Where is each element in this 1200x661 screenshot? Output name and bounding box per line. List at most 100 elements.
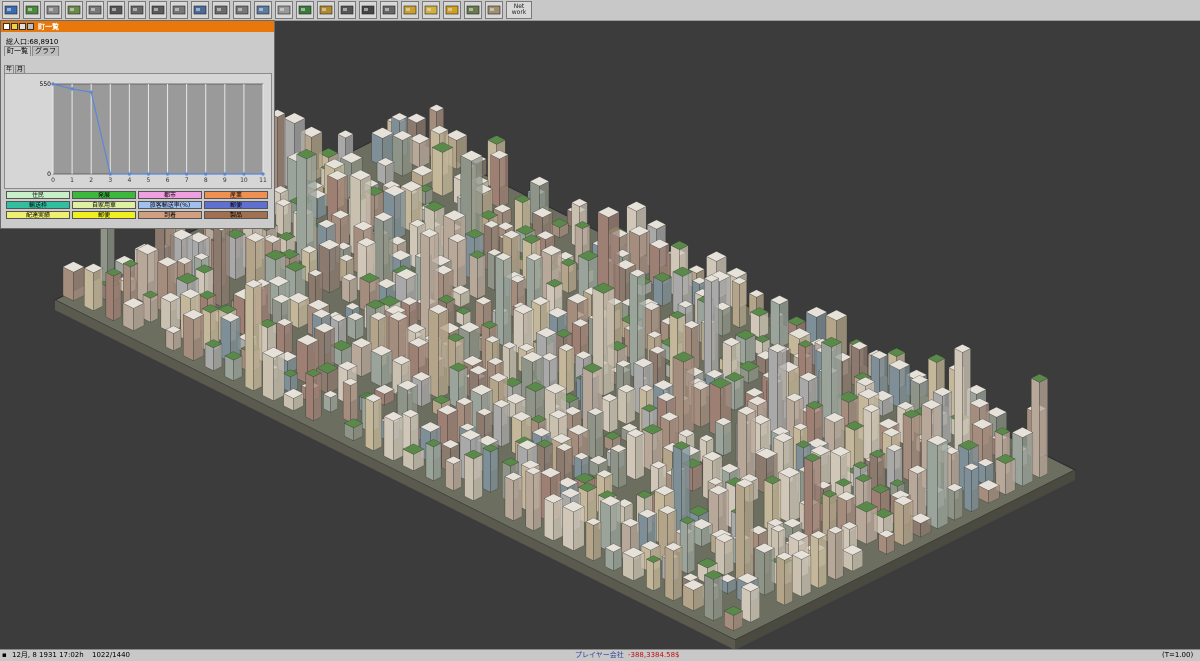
building[interactable]	[827, 529, 836, 580]
window-title-bar[interactable]: 町一覧	[1, 21, 274, 32]
building[interactable]	[464, 454, 474, 501]
building[interactable]	[504, 476, 514, 521]
airplane-icon[interactable]	[191, 1, 209, 19]
building[interactable]	[365, 397, 374, 451]
cargo-icon[interactable]	[317, 1, 335, 19]
building[interactable]	[744, 482, 754, 586]
legend-button[interactable]: 郵便	[72, 211, 136, 219]
building[interactable]	[513, 476, 523, 521]
building[interactable]	[962, 348, 971, 457]
building[interactable]	[893, 500, 904, 546]
building[interactable]	[487, 252, 495, 291]
building[interactable]	[617, 388, 627, 425]
building[interactable]	[791, 554, 802, 597]
building[interactable]	[789, 471, 801, 523]
building[interactable]	[810, 534, 819, 589]
town-list-window[interactable]: 町一覧 総人口:68,8910 町一覧 グラフ 年 月 0 1 2 3 4 5 6 7 8 9 10…	[0, 20, 275, 229]
tram-icon[interactable]	[128, 1, 146, 19]
legend-button[interactable]: 都市	[138, 191, 202, 199]
plane-icon[interactable]	[254, 1, 272, 19]
building[interactable]	[784, 555, 793, 606]
network-button[interactable]: Net work	[506, 1, 532, 19]
building[interactable]	[457, 237, 467, 289]
building[interactable]	[593, 521, 602, 561]
building[interactable]	[713, 574, 723, 621]
building[interactable]	[277, 113, 286, 199]
building[interactable]	[609, 397, 618, 433]
building[interactable]	[150, 294, 159, 323]
building[interactable]	[722, 306, 732, 337]
building[interactable]	[221, 226, 230, 307]
building[interactable]	[971, 466, 980, 512]
legend-button[interactable]: 発展	[72, 191, 136, 199]
bus-icon[interactable]	[170, 1, 188, 19]
train-icon[interactable]	[149, 1, 167, 19]
building[interactable]	[329, 244, 341, 293]
building[interactable]	[899, 364, 911, 408]
building[interactable]	[573, 506, 585, 551]
building[interactable]	[433, 442, 442, 481]
building[interactable]	[235, 233, 246, 280]
building[interactable]	[566, 347, 575, 395]
building[interactable]	[361, 342, 372, 377]
building[interactable]	[801, 554, 812, 597]
building[interactable]	[490, 447, 499, 493]
close-icon[interactable]	[3, 23, 10, 30]
building[interactable]	[284, 321, 293, 356]
legend-button[interactable]: 到着	[138, 211, 202, 219]
building[interactable]	[618, 448, 627, 489]
building[interactable]	[525, 470, 534, 531]
legend-button[interactable]: 住民	[6, 191, 70, 199]
tab-year[interactable]: 年	[4, 65, 15, 73]
help-icon[interactable]	[443, 1, 461, 19]
building[interactable]	[835, 529, 844, 580]
magnify-icon[interactable]	[44, 1, 62, 19]
legend-button[interactable]: 郵便	[204, 201, 268, 209]
tab-month[interactable]: 月	[15, 65, 26, 73]
building[interactable]	[62, 266, 74, 301]
money-icon[interactable]	[422, 1, 440, 19]
building[interactable]	[392, 135, 403, 177]
building[interactable]	[585, 521, 594, 561]
building[interactable]	[1039, 377, 1048, 478]
building[interactable]	[732, 280, 740, 328]
building[interactable]	[866, 506, 878, 545]
building[interactable]	[509, 345, 517, 383]
building[interactable]	[1005, 458, 1016, 495]
building[interactable]	[503, 256, 512, 346]
building[interactable]	[746, 410, 756, 485]
building[interactable]	[544, 498, 554, 541]
building[interactable]	[343, 381, 351, 423]
building[interactable]	[244, 283, 254, 391]
building[interactable]	[273, 352, 285, 401]
building[interactable]	[262, 352, 274, 401]
pin-icon[interactable]	[19, 23, 26, 30]
building[interactable]	[587, 486, 597, 524]
building[interactable]	[646, 558, 654, 591]
building[interactable]	[341, 276, 350, 303]
building[interactable]	[704, 278, 712, 382]
building[interactable]	[402, 135, 413, 177]
building[interactable]	[715, 421, 724, 456]
building[interactable]	[750, 586, 760, 623]
building[interactable]	[183, 314, 194, 361]
building[interactable]	[603, 287, 615, 396]
building[interactable]	[394, 190, 406, 241]
grid-icon[interactable]	[485, 1, 503, 19]
building[interactable]	[113, 272, 122, 321]
building[interactable]	[954, 348, 963, 457]
tree-icon[interactable]	[296, 1, 314, 19]
truck-icon[interactable]	[233, 1, 251, 19]
map-icon[interactable]	[23, 1, 41, 19]
building[interactable]	[942, 391, 952, 447]
building[interactable]	[381, 350, 393, 387]
building[interactable]	[723, 421, 732, 456]
building[interactable]	[425, 442, 434, 481]
building[interactable]	[432, 147, 443, 197]
legend-button[interactable]: 自家用車	[72, 201, 136, 209]
building[interactable]	[453, 459, 462, 491]
building[interactable]	[653, 558, 661, 591]
building[interactable]	[349, 276, 358, 303]
building[interactable]	[764, 547, 775, 596]
building[interactable]	[626, 388, 636, 425]
